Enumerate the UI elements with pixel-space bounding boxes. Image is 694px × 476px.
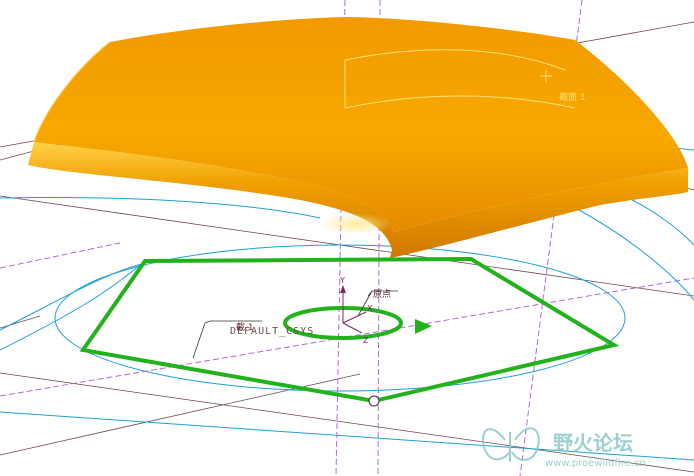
- arrow-right-icon: [415, 319, 432, 334]
- forum-watermark: 野火论坛 www.proewildfire.cn: [482, 427, 646, 469]
- section-label-left: 截 1: [236, 321, 254, 333]
- axis-x-label: X: [367, 304, 373, 313]
- watermark-title: 野火论坛: [553, 431, 633, 455]
- shell-surface[interactable]: 截面 1: [28, 17, 688, 258]
- origin-label: 原点: [373, 289, 391, 300]
- butterfly-logo-icon: [482, 427, 540, 462]
- model-canvas[interactable]: 截面 1 Y X Z DEFAULT_CSYS 原点 截 1 野火论坛 www.…: [0, 0, 694, 476]
- watermark-url: www.proewildfire.cn: [545, 458, 646, 469]
- axis-y-label: Y: [339, 276, 345, 285]
- pentagon-sketch[interactable]: [79, 256, 620, 404]
- section-label-top: 截面 1: [559, 91, 586, 103]
- vertex-point-icon[interactable]: [368, 395, 380, 407]
- graphics-viewport[interactable]: 截面 1 Y X Z DEFAULT_CSYS 原点 截 1 野火论坛 www.…: [0, 0, 694, 476]
- axis-z-label: Z: [363, 336, 369, 345]
